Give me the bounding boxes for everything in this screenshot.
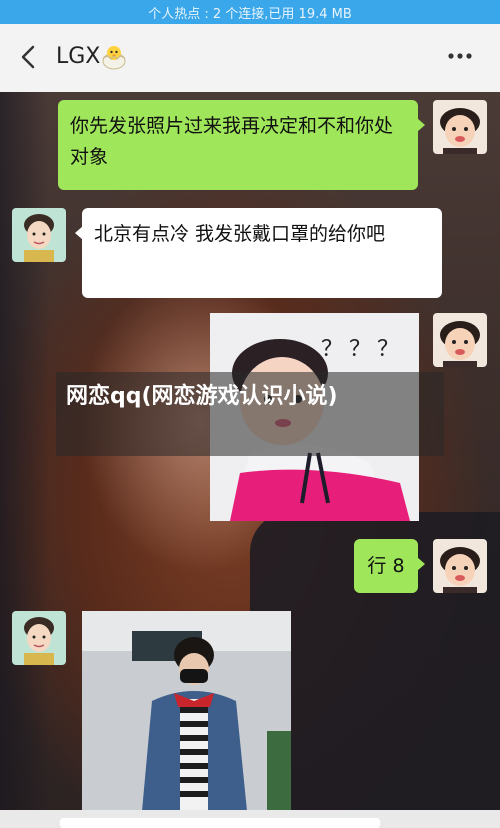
chat-header: LGX — [0, 24, 500, 93]
status-text: 个人热点 : 2 个连接,已用 19.4 MB — [148, 6, 352, 22]
user-avatar[interactable] — [433, 539, 487, 593]
contact-avatar[interactable] — [12, 611, 66, 665]
message-text: 你先发张照片过来我再决定和不和你处对象 — [70, 115, 394, 168]
message-input[interactable] — [60, 818, 380, 828]
message-text: 行 8 — [367, 554, 405, 577]
baby-avatar-icon — [433, 100, 487, 154]
chat-title: LGX — [56, 44, 101, 69]
contact-avatar[interactable] — [12, 208, 66, 262]
image-caption-text: ？？？ — [320, 337, 405, 362]
bubble-tail — [75, 226, 83, 240]
airport-man-photo — [82, 611, 291, 811]
user-avatar[interactable] — [433, 313, 487, 367]
background-shadow — [0, 92, 50, 828]
input-bar — [0, 810, 500, 828]
bubble-tail — [417, 557, 425, 571]
received-message-bubble[interactable]: 北京有点冷 我发张戴口罩的给你吧 — [75, 208, 442, 298]
bubble-tail — [417, 118, 425, 132]
status-bar: 个人热点 : 2 个连接,已用 19.4 MB — [0, 0, 500, 24]
message-text: 北京有点冷 我发张戴口罩的给你吧 — [94, 223, 386, 245]
received-image-message[interactable] — [82, 611, 291, 811]
boy-avatar-icon — [12, 611, 66, 665]
baby-avatar-icon — [433, 313, 487, 367]
user-avatar[interactable] — [433, 100, 487, 154]
baby-avatar-icon — [433, 539, 487, 593]
more-options-icon[interactable] — [446, 46, 474, 66]
caption-title: 网恋qq(网恋游戏认识小说) — [66, 384, 338, 409]
back-arrow-icon[interactable] — [16, 44, 42, 70]
boy-avatar-icon — [12, 208, 66, 262]
sent-message-bubble[interactable]: 你先发张照片过来我再决定和不和你处对象 — [58, 100, 425, 190]
chick-icon — [102, 46, 126, 70]
sent-message-bubble[interactable]: 行 8 — [354, 539, 425, 593]
